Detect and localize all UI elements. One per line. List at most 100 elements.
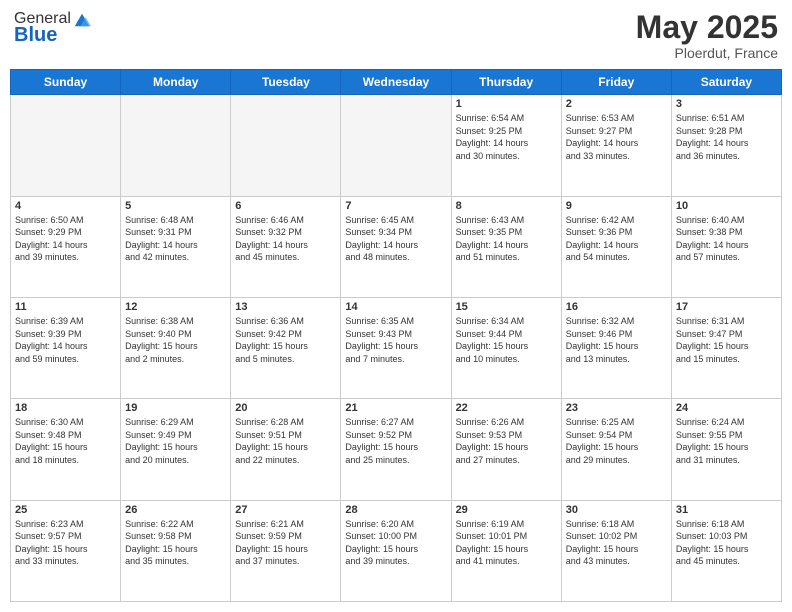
location-title: Ploerdut, France: [636, 45, 778, 61]
calendar-header-friday: Friday: [561, 70, 671, 95]
calendar-cell: 30Sunrise: 6:18 AM Sunset: 10:02 PM Dayl…: [561, 500, 671, 601]
day-number: 16: [566, 301, 667, 313]
day-info: Sunrise: 6:51 AM Sunset: 9:28 PM Dayligh…: [676, 112, 777, 162]
calendar-header-sunday: Sunday: [11, 70, 121, 95]
day-info: Sunrise: 6:53 AM Sunset: 9:27 PM Dayligh…: [566, 112, 667, 162]
calendar-cell: 7 Sunrise: 6:45 AM Sunset: 9:34 PM Daylig…: [341, 196, 451, 297]
calendar-week-1: 4Sunrise: 6:50 AM Sunset: 9:29 PM Daylig…: [11, 196, 782, 297]
calendar-cell: 2 Sunrise: 6:53 AM Sunset: 9:27 PM Daylig…: [561, 95, 671, 196]
calendar-header-monday: Monday: [121, 70, 231, 95]
day-info: Sunrise: 6:28 AM Sunset: 9:51 PM Dayligh…: [235, 416, 336, 466]
day-info: Sunrise: 6:18 AM Sunset: 10:03 PM Daylig…: [676, 518, 777, 568]
day-number: 17: [676, 301, 777, 313]
day-number: 24: [676, 402, 777, 414]
day-number: 12: [125, 301, 226, 313]
day-info: Sunrise: 6:24 AM Sunset: 9:55 PM Dayligh…: [676, 416, 777, 466]
day-number: 31: [676, 504, 777, 516]
calendar-cell: 19Sunrise: 6:29 AM Sunset: 9:49 PM Dayli…: [121, 399, 231, 500]
day-number: 18: [15, 402, 116, 414]
day-number: 10: [676, 200, 777, 212]
calendar-cell: 16Sunrise: 6:32 AM Sunset: 9:46 PM Dayli…: [561, 297, 671, 398]
calendar-cell: [231, 95, 341, 196]
day-number: 26: [125, 504, 226, 516]
header: General Blue May 2025 Ploerdut, France: [10, 10, 782, 61]
day-number: 9: [566, 200, 667, 212]
day-info: Sunrise: 6:26 AM Sunset: 9:53 PM Dayligh…: [456, 416, 557, 466]
calendar-cell: 25 Sunrise: 6:23 AM Sunset: 9:57 PM Dayli…: [11, 500, 121, 601]
title-block: May 2025 Ploerdut, France: [636, 10, 778, 61]
day-number: 25: [15, 504, 116, 516]
day-info: Sunrise: 6:29 AM Sunset: 9:49 PM Dayligh…: [125, 416, 226, 466]
day-number: 23: [566, 402, 667, 414]
calendar-cell: 13 Sunrise: 6:36 AM Sunset: 9:42 PM Dayli…: [231, 297, 341, 398]
calendar-cell: 8 Sunrise: 6:43 AM Sunset: 9:35 PM Daylig…: [451, 196, 561, 297]
day-number: 3: [676, 98, 777, 110]
calendar-header-saturday: Saturday: [671, 70, 781, 95]
day-info: Sunrise: 6:36 AM Sunset: 9:42 PM Dayligh…: [235, 315, 336, 365]
calendar-week-0: 1Sunrise: 6:54 AM Sunset: 9:25 PM Daylig…: [11, 95, 782, 196]
calendar-header-wednesday: Wednesday: [341, 70, 451, 95]
day-info: Sunrise: 6:20 AM Sunset: 10:00 PM Daylig…: [345, 518, 446, 568]
calendar-cell: 28 Sunrise: 6:20 AM Sunset: 10:00 PM Dayl…: [341, 500, 451, 601]
month-title: May 2025: [636, 10, 778, 45]
day-info: Sunrise: 6:35 AM Sunset: 9:43 PM Dayligh…: [345, 315, 446, 365]
calendar-cell: 23 Sunrise: 6:25 AM Sunset: 9:54 PM Dayli…: [561, 399, 671, 500]
day-info: Sunrise: 6:43 AM Sunset: 9:35 PM Dayligh…: [456, 214, 557, 264]
calendar-week-3: 18 Sunrise: 6:30 AM Sunset: 9:48 PM Dayli…: [11, 399, 782, 500]
day-info: Sunrise: 6:18 AM Sunset: 10:02 PM Daylig…: [566, 518, 667, 568]
page: General Blue May 2025 Ploerdut, France S…: [0, 0, 792, 612]
calendar-cell: 4Sunrise: 6:50 AM Sunset: 9:29 PM Daylig…: [11, 196, 121, 297]
day-number: 21: [345, 402, 446, 414]
calendar-cell: 15Sunrise: 6:34 AM Sunset: 9:44 PM Dayli…: [451, 297, 561, 398]
day-number: 22: [456, 402, 557, 414]
calendar-cell: 3 Sunrise: 6:51 AM Sunset: 9:28 PM Daylig…: [671, 95, 781, 196]
day-number: 2: [566, 98, 667, 110]
day-info: Sunrise: 6:30 AM Sunset: 9:48 PM Dayligh…: [15, 416, 116, 466]
day-number: 7: [345, 200, 446, 212]
day-number: 4: [15, 200, 116, 212]
calendar-cell: 31 Sunrise: 6:18 AM Sunset: 10:03 PM Dayl…: [671, 500, 781, 601]
day-number: 5: [125, 200, 226, 212]
day-info: Sunrise: 6:48 AM Sunset: 9:31 PM Dayligh…: [125, 214, 226, 264]
calendar-cell: 27 Sunrise: 6:21 AM Sunset: 9:59 PM Dayli…: [231, 500, 341, 601]
calendar-week-4: 25 Sunrise: 6:23 AM Sunset: 9:57 PM Dayli…: [11, 500, 782, 601]
calendar-cell: 24 Sunrise: 6:24 AM Sunset: 9:55 PM Dayli…: [671, 399, 781, 500]
calendar-header-thursday: Thursday: [451, 70, 561, 95]
calendar-cell: 18 Sunrise: 6:30 AM Sunset: 9:48 PM Dayli…: [11, 399, 121, 500]
calendar-cell: 5 Sunrise: 6:48 AM Sunset: 9:31 PM Daylig…: [121, 196, 231, 297]
day-info: Sunrise: 6:54 AM Sunset: 9:25 PM Dayligh…: [456, 112, 557, 162]
day-number: 27: [235, 504, 336, 516]
day-number: 29: [456, 504, 557, 516]
day-info: Sunrise: 6:19 AM Sunset: 10:01 PM Daylig…: [456, 518, 557, 568]
calendar-cell: 9 Sunrise: 6:42 AM Sunset: 9:36 PM Daylig…: [561, 196, 671, 297]
calendar-cell: 21 Sunrise: 6:27 AM Sunset: 9:52 PM Dayli…: [341, 399, 451, 500]
calendar-cell: 14 Sunrise: 6:35 AM Sunset: 9:43 PM Dayli…: [341, 297, 451, 398]
day-info: Sunrise: 6:25 AM Sunset: 9:54 PM Dayligh…: [566, 416, 667, 466]
day-info: Sunrise: 6:23 AM Sunset: 9:57 PM Dayligh…: [15, 518, 116, 568]
day-info: Sunrise: 6:22 AM Sunset: 9:58 PM Dayligh…: [125, 518, 226, 568]
calendar-cell: 17 Sunrise: 6:31 AM Sunset: 9:47 PM Dayli…: [671, 297, 781, 398]
day-number: 13: [235, 301, 336, 313]
calendar-table: SundayMondayTuesdayWednesdayThursdayFrid…: [10, 69, 782, 602]
logo-icon: [73, 10, 91, 28]
calendar-cell: 20Sunrise: 6:28 AM Sunset: 9:51 PM Dayli…: [231, 399, 341, 500]
calendar-week-2: 11Sunrise: 6:39 AM Sunset: 9:39 PM Dayli…: [11, 297, 782, 398]
logo: General Blue: [14, 10, 91, 47]
day-number: 28: [345, 504, 446, 516]
calendar-header-row: SundayMondayTuesdayWednesdayThursdayFrid…: [11, 70, 782, 95]
day-number: 8: [456, 200, 557, 212]
calendar-header-tuesday: Tuesday: [231, 70, 341, 95]
day-info: Sunrise: 6:42 AM Sunset: 9:36 PM Dayligh…: [566, 214, 667, 264]
calendar-cell: 22 Sunrise: 6:26 AM Sunset: 9:53 PM Dayli…: [451, 399, 561, 500]
calendar-cell: [341, 95, 451, 196]
calendar-cell: 11Sunrise: 6:39 AM Sunset: 9:39 PM Dayli…: [11, 297, 121, 398]
day-info: Sunrise: 6:45 AM Sunset: 9:34 PM Dayligh…: [345, 214, 446, 264]
day-info: Sunrise: 6:27 AM Sunset: 9:52 PM Dayligh…: [345, 416, 446, 466]
day-info: Sunrise: 6:21 AM Sunset: 9:59 PM Dayligh…: [235, 518, 336, 568]
calendar-cell: 29 Sunrise: 6:19 AM Sunset: 10:01 PM Dayl…: [451, 500, 561, 601]
calendar-cell: [121, 95, 231, 196]
day-number: 15: [456, 301, 557, 313]
day-info: Sunrise: 6:31 AM Sunset: 9:47 PM Dayligh…: [676, 315, 777, 365]
day-number: 14: [345, 301, 446, 313]
day-info: Sunrise: 6:40 AM Sunset: 9:38 PM Dayligh…: [676, 214, 777, 264]
